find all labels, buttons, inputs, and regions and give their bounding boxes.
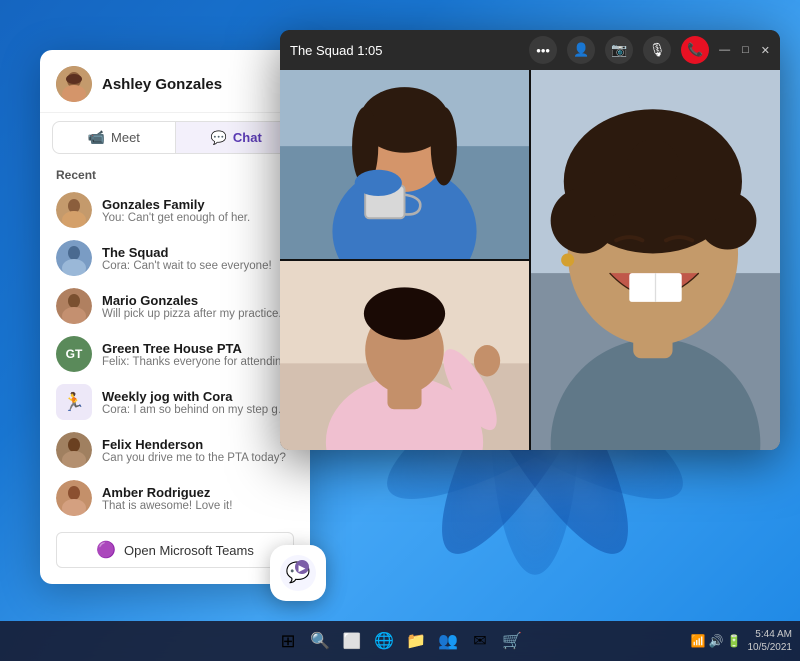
chat-item-info: Gonzales Family You: Can't get enough of… [102,197,294,224]
meet-icon: 📹 [88,129,105,146]
edge-button[interactable]: 🌐 [370,627,398,655]
chat-item-message: That is awesome! Love it! [102,500,294,512]
mail-button[interactable]: ✉ [466,627,494,655]
chat-item-message: Felix: Thanks everyone for attending. [102,356,294,368]
camera-icon: 📷 [611,42,627,58]
more-options-button[interactable]: ••• [529,36,557,64]
video-cell-4 [531,70,780,450]
avatar [56,288,92,324]
chat-item-message: Cora: I am so behind on my step goals. [102,404,294,416]
network-icon: 📶 [691,634,706,648]
taskbar-right: 📶 🔊 🔋 5:44 AM 10/5/2021 [691,628,792,654]
avatar [56,432,92,468]
chat-item-name: Amber Rodriguez [102,485,294,500]
avatar [56,240,92,276]
chat-item-name: Mario Gonzales [102,293,294,308]
chat-item-message: You: Can't get enough of her. [102,212,294,224]
svg-text:▶: ▶ [299,563,306,573]
mic-icon: 🎙 [649,42,666,58]
open-teams-button[interactable]: 🟣 Open Microsoft Teams [56,532,294,568]
store-button[interactable]: 🛒 [498,627,526,655]
list-item[interactable]: Amber Rodriguez That is awesome! Love it… [40,474,310,522]
user-avatar [56,66,92,102]
search-button[interactable]: 🔍 [306,627,334,655]
chat-item-info: Green Tree House PTA Felix: Thanks every… [102,341,294,368]
list-item[interactable]: GT Green Tree House PTA Felix: Thanks ev… [40,330,310,378]
list-item[interactable]: Mario Gonzales Will pick up pizza after … [40,282,310,330]
user-name: Ashley Gonzales [102,76,222,93]
open-teams-label: Open Microsoft Teams [124,543,254,558]
maximize-button[interactable]: □ [742,44,749,56]
recent-label: Recent [40,162,310,186]
video-cell-1 [280,70,529,259]
task-view-button[interactable]: ⬜ [338,627,366,655]
list-item[interactable]: Felix Henderson Can you drive me to the … [40,426,310,474]
chat-item-name: Green Tree House PTA [102,341,294,356]
video-call-controls: ••• 👤 📷 🎙 📞 [529,36,709,64]
chat-item-info: Weekly jog with Cora Cora: I am so behin… [102,389,294,416]
chat-item-message: Cora: Can't wait to see everyone! [102,260,294,272]
tab-meet[interactable]: 📹 Meet [53,122,175,153]
volume-icon: 🔊 [709,634,724,648]
clock-time: 5:44 AM [748,628,793,641]
end-call-button[interactable]: 📞 [681,36,709,64]
teams-taskbar-button[interactable]: 👥 [434,627,462,655]
system-tray-icons: 📶 🔊 🔋 [691,634,742,648]
taskbar-center: ⊞ 🔍 ⬜ 🌐 📁 👥 ✉ 🛒 [274,627,526,655]
chat-panel-header: Ashley Gonzales [40,50,310,113]
tab-chat[interactable]: 💬 Chat [176,122,298,153]
video-cell-3 [280,261,529,450]
chat-item-name: The Squad [102,245,294,260]
video-titlebar: The Squad 1:05 ••• 👤 📷 🎙 📞 [280,30,780,70]
avatar [56,192,92,228]
video-call-panel: The Squad 1:05 ••• 👤 📷 🎙 📞 [280,30,780,450]
chat-panel: Ashley Gonzales 📹 Meet 💬 Chat Recent [40,50,310,584]
chat-list: Gonzales Family You: Can't get enough of… [40,186,310,522]
clock-date: 10/5/2021 [748,641,793,654]
mic-button[interactable]: 🎙 [643,36,671,64]
video-grid [280,70,780,450]
chat-item-message: Will pick up pizza after my practice. [102,308,294,320]
window-controls: — □ ✕ [719,44,770,57]
list-item[interactable]: Gonzales Family You: Can't get enough of… [40,186,310,234]
start-button[interactable]: ⊞ [274,627,302,655]
teams-float-button[interactable]: 💬 ▶ [270,545,326,601]
minimize-button[interactable]: — [719,44,730,56]
list-item[interactable]: 🏃 Weekly jog with Cora Cora: I am so beh… [40,378,310,426]
chat-item-message: Can you drive me to the PTA today? [102,452,294,464]
camera-button[interactable]: 📷 [605,36,633,64]
chat-item-name: Gonzales Family [102,197,294,212]
chat-item-info: Felix Henderson Can you drive me to the … [102,437,294,464]
chat-item-info: Amber Rodriguez That is awesome! Love it… [102,485,294,512]
people-icon: 👤 [573,42,589,58]
file-explorer-button[interactable]: 📁 [402,627,430,655]
end-call-icon: 📞 [687,42,703,58]
chat-item-info: The Squad Cora: Can't wait to see everyo… [102,245,294,272]
taskbar: ⊞ 🔍 ⬜ 🌐 📁 👥 ✉ 🛒 📶 🔊 🔋 5:44 AM 10/5/2021 [0,621,800,661]
chat-tabs: 📹 Meet 💬 Chat [52,121,298,154]
system-clock: 5:44 AM 10/5/2021 [748,628,793,654]
battery-icon: 🔋 [727,634,742,648]
chat-item-name: Weekly jog with Cora [102,389,294,404]
teams-icon: 🟣 [96,540,116,560]
chat-icon: 💬 [211,130,227,146]
list-item[interactable]: The Squad Cora: Can't wait to see everyo… [40,234,310,282]
chat-item-name: Felix Henderson [102,437,294,452]
people-button[interactable]: 👤 [567,36,595,64]
chat-item-info: Mario Gonzales Will pick up pizza after … [102,293,294,320]
avatar: GT [56,336,92,372]
close-button[interactable]: ✕ [761,44,770,57]
more-icon: ••• [536,43,550,58]
video-call-title: The Squad 1:05 [290,43,383,58]
avatar [56,480,92,516]
avatar: 🏃 [56,384,92,420]
